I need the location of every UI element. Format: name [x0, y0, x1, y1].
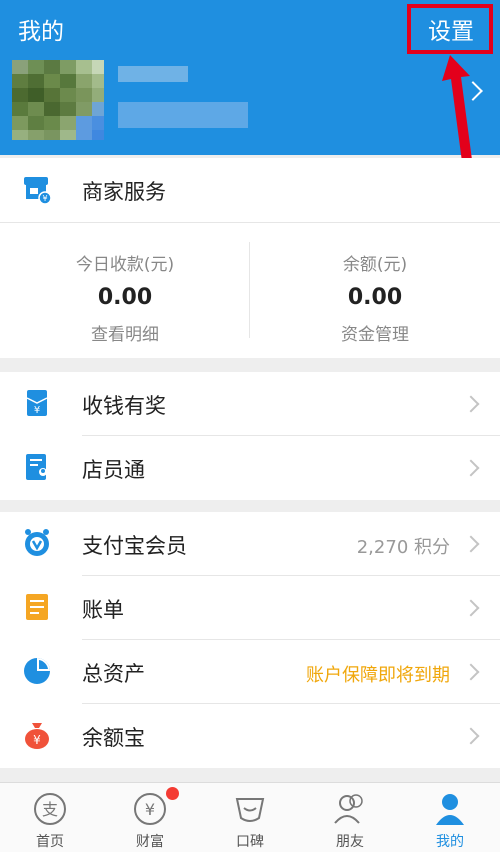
today-income-caption: 今日收款(元): [75, 255, 175, 275]
list-item-label: 收钱有奖: [82, 394, 166, 418]
list-item-label: 余额宝: [82, 726, 145, 750]
account-name-blurred: [118, 66, 188, 82]
tab-label: 我的: [436, 834, 464, 850]
tab-label: 口碑: [236, 834, 264, 850]
list-item-staff[interactable]: 店员通: [0, 436, 500, 500]
divider: [0, 222, 500, 223]
tab-label: 首页: [36, 834, 64, 850]
account-id-blurred: [118, 102, 248, 128]
balance-value: 0.00: [347, 285, 403, 310]
protection-expiring-notice: 账户保障即将到期: [306, 665, 450, 686]
list-item-total-assets[interactable]: 总资产 账户保障即将到期: [0, 640, 500, 704]
list-item-alipay-member[interactable]: 支付宝会员 2,270 积分: [0, 512, 500, 576]
tab-label: 朋友: [336, 834, 364, 850]
fund-management-link[interactable]: 资金管理: [250, 320, 500, 345]
tab-friends[interactable]: 朋友: [300, 783, 400, 852]
merchant-service-label: 商家服务: [82, 180, 166, 204]
chevron-right-icon: [462, 599, 480, 617]
avatar[interactable]: [12, 60, 104, 140]
merchant-service-row[interactable]: ¥ 商家服务: [0, 158, 500, 222]
list-item-label: 店员通: [82, 458, 145, 482]
profile-icon: [436, 794, 464, 825]
balance-caption: 余额(元): [342, 255, 408, 275]
list-item-yuebao[interactable]: ¥ 余额宝: [0, 704, 500, 768]
list-item-cash-reward[interactable]: ¥ 收钱有奖: [0, 372, 500, 436]
list-item-label: 支付宝会员: [82, 534, 187, 558]
tab-koubei[interactable]: 口碑: [200, 783, 300, 852]
points-value: 2,270 积分: [356, 537, 450, 558]
tab-wealth[interactable]: ¥ 财富: [100, 783, 200, 852]
pie-chart-icon: [24, 658, 50, 684]
member-badge-icon: [25, 529, 49, 556]
list-item-bill[interactable]: 账单: [0, 576, 500, 640]
chevron-right-icon: [462, 459, 480, 477]
chevron-right-icon: [462, 395, 480, 413]
svg-text:¥: ¥: [145, 800, 155, 819]
stats-panel: 今日收款(元) 0.00 查看明细 余额(元) 0.00 资金管理: [0, 222, 500, 358]
red-envelope-yuan-icon: ¥: [26, 390, 48, 416]
friends-icon: [334, 794, 363, 824]
annotation-highlight-box: [407, 4, 493, 54]
store-icon: ¥: [24, 177, 52, 204]
tab-label: 财富: [136, 834, 164, 850]
svg-text:支: 支: [42, 800, 58, 819]
bill-icon: [26, 594, 48, 620]
list-item-label: 总资产: [82, 662, 145, 686]
page-title: 我的: [18, 19, 64, 45]
today-income-stat[interactable]: 今日收款(元) 0.00 查看明细: [0, 250, 250, 345]
tab-home[interactable]: 支 首页: [0, 783, 100, 852]
staff-card-icon: [26, 454, 47, 480]
notification-dot: [166, 787, 179, 800]
svg-text:¥: ¥: [34, 405, 40, 416]
view-details-link[interactable]: 查看明细: [0, 320, 250, 345]
today-income-value: 0.00: [97, 285, 153, 310]
koubei-icon: [235, 798, 265, 822]
wealth-yuan-icon: ¥: [134, 793, 166, 825]
chevron-right-icon: [462, 727, 480, 745]
chevron-right-icon: [462, 535, 480, 553]
bottom-tab-bar: 支 首页 ¥ 财富 口碑 朋友 我的: [0, 782, 500, 852]
chevron-right-icon: [462, 663, 480, 681]
balance-stat[interactable]: 余额(元) 0.00 资金管理: [250, 250, 500, 345]
tab-profile[interactable]: 我的: [400, 783, 500, 852]
home-alipay-icon: 支: [34, 793, 66, 825]
chevron-right-icon[interactable]: [463, 81, 483, 101]
svg-text:¥: ¥: [42, 194, 47, 203]
svg-text:¥: ¥: [33, 733, 41, 747]
list-item-label: 账单: [82, 598, 124, 622]
money-bag-icon: ¥: [25, 723, 49, 749]
